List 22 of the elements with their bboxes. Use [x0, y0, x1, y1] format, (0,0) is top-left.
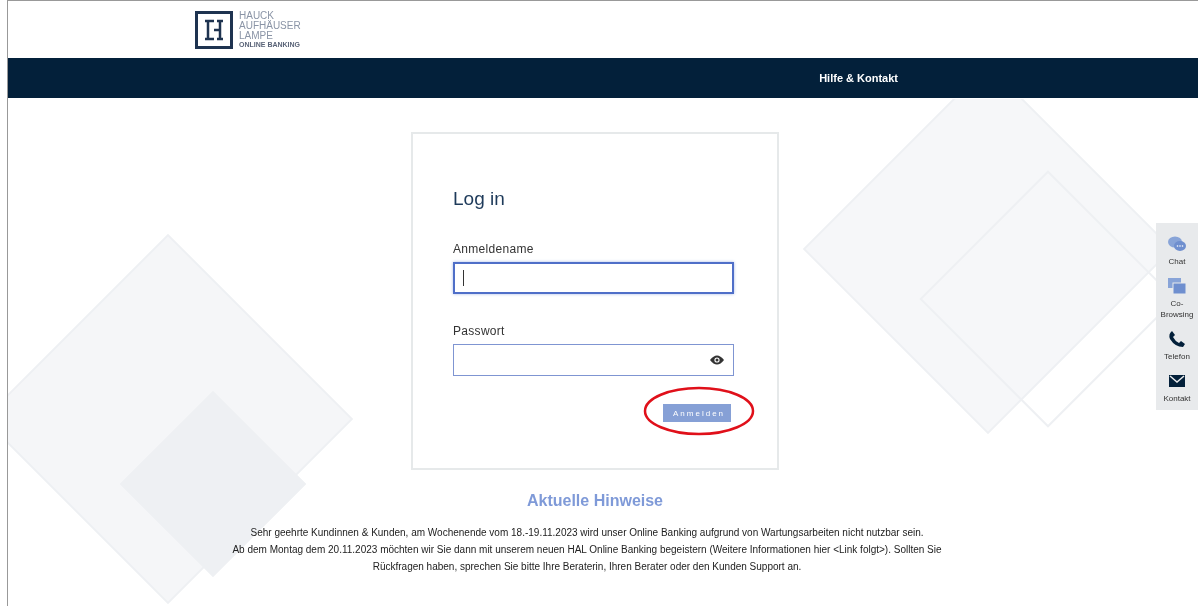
notice-title: Aktuelle Hinweise — [526, 492, 663, 510]
logo-text: LAMPE — [239, 30, 274, 41]
side-panel-item[interactable]: Co-Browsing — [1157, 277, 1197, 320]
logo-text: HAUCK — [239, 10, 274, 21]
side-panel-item[interactable]: Kontakt — [1157, 372, 1197, 404]
password-field[interactable] — [453, 344, 734, 376]
notice-text: Sehr geehrte Kundinnen & Kunden, am Wochenende vom 18.-19.11.2023 wird unser Online Banking aufgrund von Wartungsarbeiten nicht nutzbar sein. — [249, 526, 925, 540]
field-label: Passwort — [453, 324, 506, 338]
side-panel-item[interactable]: Telefon — [1157, 330, 1197, 362]
side-panel-item[interactable]: Chat — [1157, 235, 1197, 267]
help-contact-link[interactable]: Hilfe & Kontakt — [819, 72, 898, 84]
eye-icon[interactable] — [709, 354, 725, 366]
login-title: Log in — [453, 188, 506, 210]
phone-icon — [1167, 330, 1187, 348]
logo-text: AUFHÄUSER — [239, 20, 301, 31]
envelope-icon — [1167, 372, 1187, 390]
chat-bubbles-icon — [1167, 235, 1187, 253]
field-label: Anmeldename — [453, 242, 535, 256]
notice-text: Ab dem Montag dem 20.11.2023 möchten wir Sie dann mit unserem neuen HAL Online Banking begeistern (Weitere Informationen hier <Link folgt>). Sollten Sie Rückfragen haben, sprechen Sie bitte Ihre Beraterin, Ihren Berater oder den Kunden Support an. — [231, 543, 943, 574]
logo-icon — [195, 10, 233, 49]
browser-windows-icon — [1167, 277, 1187, 295]
username-field[interactable] — [453, 262, 734, 294]
